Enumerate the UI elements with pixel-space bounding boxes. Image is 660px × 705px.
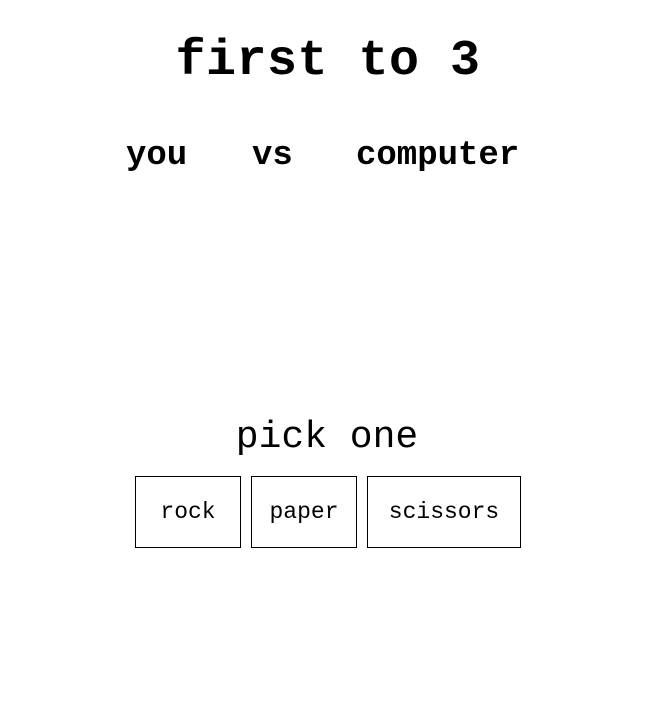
rock-button[interactable]: rock	[135, 476, 241, 548]
game-title: first to 3	[175, 33, 481, 90]
player-label: you	[126, 137, 188, 175]
scissors-button[interactable]: scissors	[367, 476, 521, 548]
opponent-label: computer	[356, 137, 520, 175]
versus-label: vs	[252, 137, 293, 175]
pick-prompt: pick one	[235, 416, 419, 459]
paper-button[interactable]: paper	[251, 476, 357, 548]
